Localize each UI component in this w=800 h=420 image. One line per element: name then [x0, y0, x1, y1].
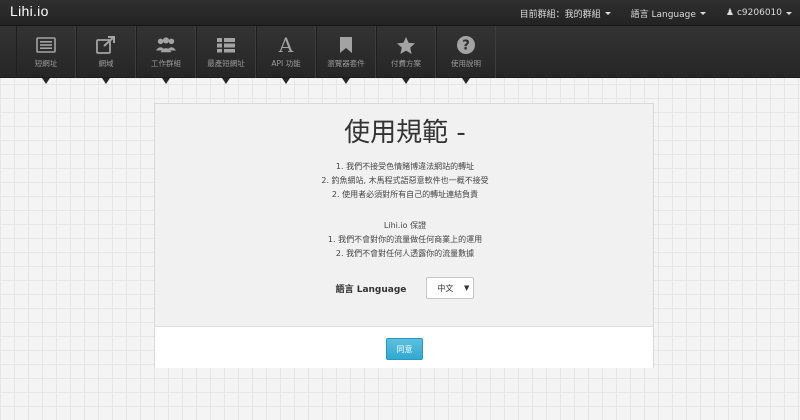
tool-pricing[interactable]: 付費方案	[376, 26, 436, 84]
agree-button[interactable]: 同意	[386, 338, 423, 360]
tool-label: 使用說明	[451, 59, 481, 68]
rule-item: 2. 使用者必須對所有自己的轉址連結負責	[331, 190, 479, 199]
font-a-icon: A	[276, 35, 296, 55]
user-dropdown[interactable]: ♟ c9206010	[726, 8, 792, 18]
svg-text:A: A	[278, 35, 294, 55]
rule-item: 2. 釣魚網站, 木馬程式語惡意軟件也一概不接受	[321, 176, 489, 185]
tool-short-urls[interactable]: 短網址	[16, 26, 76, 84]
usage-rules: 1. 我們不接受色情賭博違法網站的轉址 2. 釣魚網站, 木馬程式語惡意軟件也一…	[155, 160, 655, 202]
svg-text:?: ?	[462, 39, 470, 54]
privacy-item: 2. 我們不會對任何人透露你的流量數據	[335, 249, 475, 258]
user-dropdown-label: c9206010	[736, 8, 782, 18]
language-select[interactable]: 中文 ▼	[426, 277, 475, 299]
group-dropdown[interactable]: 目前群組：我的群組	[520, 7, 611, 20]
tool-label: 網域	[98, 59, 114, 68]
page-title: 使用規範 -	[344, 118, 466, 148]
top-navbar: Lihi.io 目前群組：我的群組 語言 Language ♟ c9206010	[0, 0, 800, 26]
language-row: 語言 Language 中文 ▼	[155, 277, 655, 299]
chevron-down-icon	[786, 11, 792, 15]
tool-domains[interactable]: 網域	[76, 26, 136, 84]
users-icon	[156, 35, 176, 55]
user-icon: ♟	[725, 8, 734, 18]
tool-label: 瀏覽器套件	[327, 59, 365, 68]
tool-pointer	[222, 78, 230, 84]
tool-label: API 功能	[271, 59, 301, 68]
tool-pointer	[162, 78, 170, 84]
chevron-down-icon: ▼	[464, 284, 470, 292]
group-dropdown-label: 目前群組：我的群組	[519, 9, 601, 20]
tool-api[interactable]: A API 功能	[256, 26, 316, 84]
tool-help[interactable]: ? 使用說明	[436, 26, 496, 84]
grid-list-icon	[216, 35, 236, 55]
tool-label: 短網址	[34, 59, 58, 68]
tool-bulk-urls[interactable]: 最產短網址	[196, 26, 256, 84]
terms-card: 使用規範 - 1. 我們不接受色情賭博違法網站的轉址 2. 釣魚網站, 木馬程式…	[154, 103, 654, 368]
privacy-guarantee: Lihi.io 保證 1. 我們不會對你的流量做任何商業上的運用 2. 我們不會…	[155, 219, 655, 261]
tool-label: 工作群組	[151, 59, 181, 68]
question-icon: ?	[456, 35, 476, 55]
brand-logo[interactable]: Lihi.io	[10, 3, 49, 19]
bookmark-icon	[336, 35, 356, 55]
privacy-item: 1. 我們不會對你的流量做任何商業上的運用	[327, 235, 483, 244]
card-footer: 同意	[155, 326, 653, 368]
privacy-title: Lihi.io 保證	[383, 221, 427, 230]
tool-workgroups[interactable]: 工作群組	[136, 26, 196, 84]
star-icon	[396, 35, 416, 55]
chevron-down-icon	[604, 11, 611, 15]
chevron-down-icon	[699, 11, 706, 15]
rule-item: 1. 我們不接受色情賭博違法網站的轉址	[335, 162, 475, 171]
tool-pointer	[42, 78, 50, 84]
language-label: 語言 Language	[335, 284, 407, 295]
language-dropdown[interactable]: 語言 Language	[631, 7, 706, 20]
top-nav-right: 目前群組：我的群組 語言 Language ♟ c9206010	[500, 0, 792, 26]
language-dropdown-label: 語言 Language	[630, 9, 696, 20]
external-link-icon	[96, 35, 116, 55]
list-icon	[36, 35, 56, 55]
tool-pointer	[102, 78, 110, 84]
tool-pointer	[462, 78, 470, 84]
tool-pointer	[402, 78, 410, 84]
tool-label: 付費方案	[391, 59, 421, 68]
main-toolbar: 短網址 網域 工作群組 最產短網址 A API 功能 瀏覽器套件 付費方案 ? …	[0, 26, 800, 84]
language-select-value: 中文	[437, 283, 454, 293]
tool-label: 最產短網址	[207, 59, 245, 68]
tool-browser-extension[interactable]: 瀏覽器套件	[316, 26, 376, 84]
tool-pointer	[342, 78, 350, 84]
tool-pointer	[282, 78, 290, 84]
